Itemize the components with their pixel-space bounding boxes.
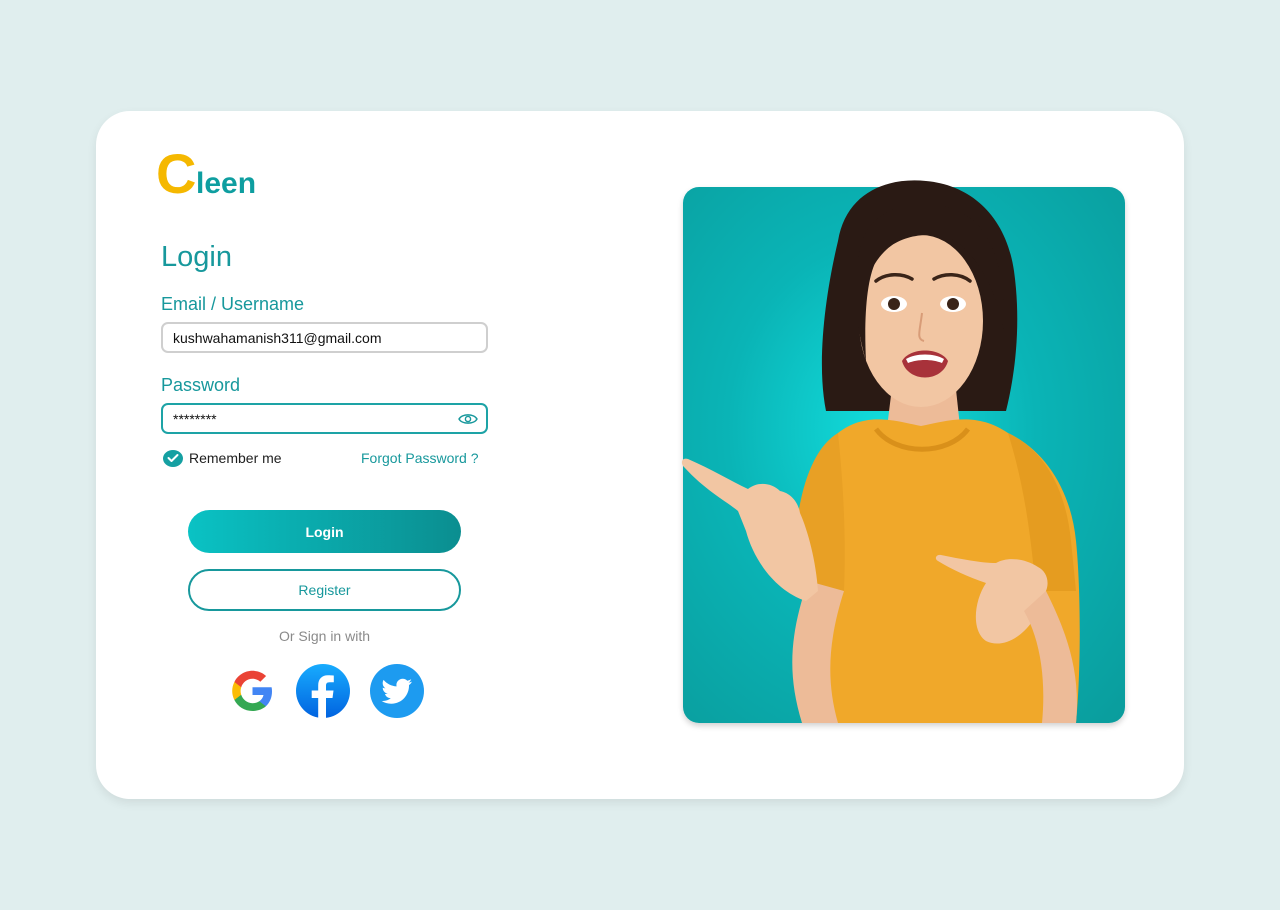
facebook-icon[interactable] [296, 664, 350, 718]
email-field[interactable] [161, 322, 488, 353]
page-title: Login [161, 241, 232, 273]
remember-me-label: Remember me [189, 450, 282, 466]
google-icon[interactable] [225, 664, 279, 718]
or-sign-in-text: Or Sign in with [278, 628, 371, 644]
logo-letter: C [156, 142, 196, 205]
password-field[interactable] [161, 403, 488, 434]
logo-text: leen [196, 167, 257, 200]
email-input[interactable] [163, 324, 453, 351]
twitter-icon[interactable] [370, 664, 424, 718]
forgot-password-link[interactable]: Forgot Password ? [361, 450, 479, 466]
password-label: Password [161, 375, 241, 395]
hero-person-illustration [681, 180, 1080, 723]
password-input[interactable] [163, 405, 453, 432]
email-label: Email / Username [161, 294, 305, 314]
login-card: C leen Login Email / Username Password R… [96, 111, 1184, 799]
register-button[interactable]: Register [188, 569, 461, 611]
check-icon [163, 449, 183, 467]
remember-me-checkbox[interactable]: Remember me [163, 449, 282, 467]
login-button[interactable]: Login [188, 510, 461, 553]
eye-icon[interactable] [458, 412, 478, 426]
